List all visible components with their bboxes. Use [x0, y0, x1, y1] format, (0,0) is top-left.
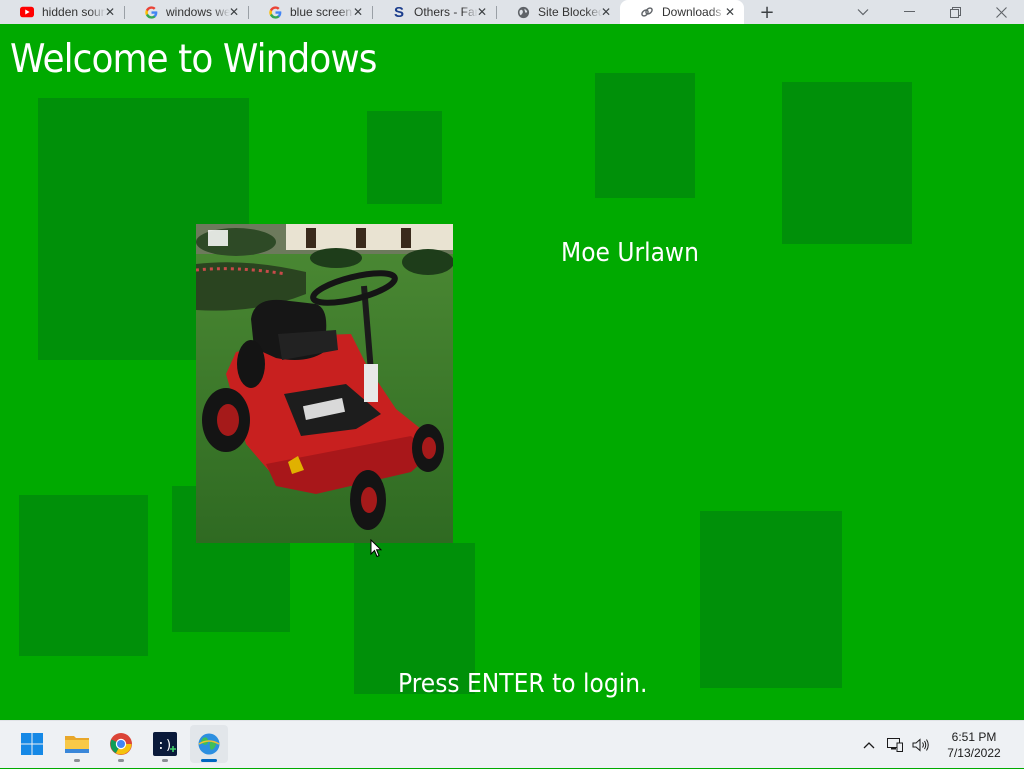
close-icon[interactable]: ✕ [723, 5, 737, 19]
system-tray: 6:51 PM 7/13/2022 [856, 721, 1024, 769]
tab-title: Site Blocked [538, 5, 602, 19]
tab-others-fandom[interactable]: S Others - Fandom ✕ [372, 0, 496, 24]
mouse-cursor-icon [370, 539, 382, 558]
svg-text::): :) [157, 738, 173, 753]
taskbar-chrome[interactable] [102, 725, 140, 763]
taskbar-terminal[interactable]: :) [146, 725, 184, 763]
tab-title: Downloads [662, 5, 722, 19]
close-icon[interactable]: ✕ [475, 5, 489, 19]
globe-app-icon [198, 733, 220, 755]
decorative-square [782, 82, 912, 244]
youtube-icon [20, 5, 34, 19]
tab-search-chevron-icon[interactable] [840, 0, 886, 24]
terminal-icon: :) [153, 732, 177, 756]
google-icon [144, 5, 158, 19]
decorative-square [700, 511, 842, 688]
tab-title: Others - Fandom [414, 5, 478, 19]
globe-icon [516, 5, 530, 19]
clock-date: 7/13/2022 [947, 746, 1001, 760]
decorative-square [367, 111, 442, 204]
welcome-title: Welcome to Windows [10, 37, 377, 82]
running-indicator [74, 759, 80, 762]
active-indicator [201, 759, 217, 762]
tab-site-blocked[interactable]: Site Blocked ✕ [496, 0, 620, 24]
window-controls [840, 0, 1024, 24]
user-picture [196, 224, 453, 543]
close-icon[interactable]: ✕ [103, 5, 117, 19]
start-button[interactable] [13, 725, 51, 763]
close-window-button[interactable] [978, 0, 1024, 24]
close-icon[interactable]: ✕ [351, 5, 365, 19]
chrome-icon [110, 733, 132, 755]
show-hidden-icons-chevron-icon[interactable] [856, 730, 882, 760]
minimize-button[interactable] [886, 0, 932, 24]
running-indicator [162, 759, 168, 762]
google-icon [268, 5, 282, 19]
tab-hidden-sounds[interactable]: hidden sounds ✕ [0, 0, 124, 24]
link-icon [640, 5, 654, 19]
tab-windows-welcome[interactable]: windows welcome ✕ [124, 0, 248, 24]
tab-downloads[interactable]: Downloads ✕ [620, 0, 744, 24]
tab-title: windows welcome [166, 5, 230, 19]
decorative-square [19, 495, 148, 656]
tab-blue-screen[interactable]: blue screen ✕ [248, 0, 372, 24]
tab-title: blue screen [290, 5, 353, 19]
close-icon[interactable]: ✕ [227, 5, 241, 19]
file-explorer-icon [65, 736, 89, 753]
taskbar: :) 6:51 PM 7/13/2022 [0, 720, 1024, 768]
scratch-s-icon: S [393, 3, 404, 21]
windows-start-icon [21, 733, 43, 755]
network-icon[interactable] [882, 730, 908, 760]
volume-icon[interactable] [908, 730, 934, 760]
login-prompt: Press ENTER to login. [398, 669, 648, 699]
clock[interactable]: 6:51 PM 7/13/2022 [934, 729, 1014, 761]
taskbar-globe-app[interactable] [190, 725, 228, 763]
clock-time: 6:51 PM [951, 730, 997, 744]
taskbar-file-explorer[interactable] [58, 725, 96, 763]
tab-title: hidden sounds [42, 5, 106, 19]
welcome-screen[interactable]: Welcome to Windows Moe Urlawn Press ENTE… [0, 24, 1024, 720]
browser-tab-strip: hidden sounds ✕ windows welcome ✕ blue s… [0, 0, 1024, 24]
decorative-square [595, 73, 695, 198]
new-tab-button[interactable]: + [752, 0, 782, 24]
running-indicator [118, 759, 124, 762]
username-label: Moe Urlawn [561, 238, 699, 268]
restore-button[interactable] [932, 0, 978, 24]
close-icon[interactable]: ✕ [599, 5, 613, 19]
